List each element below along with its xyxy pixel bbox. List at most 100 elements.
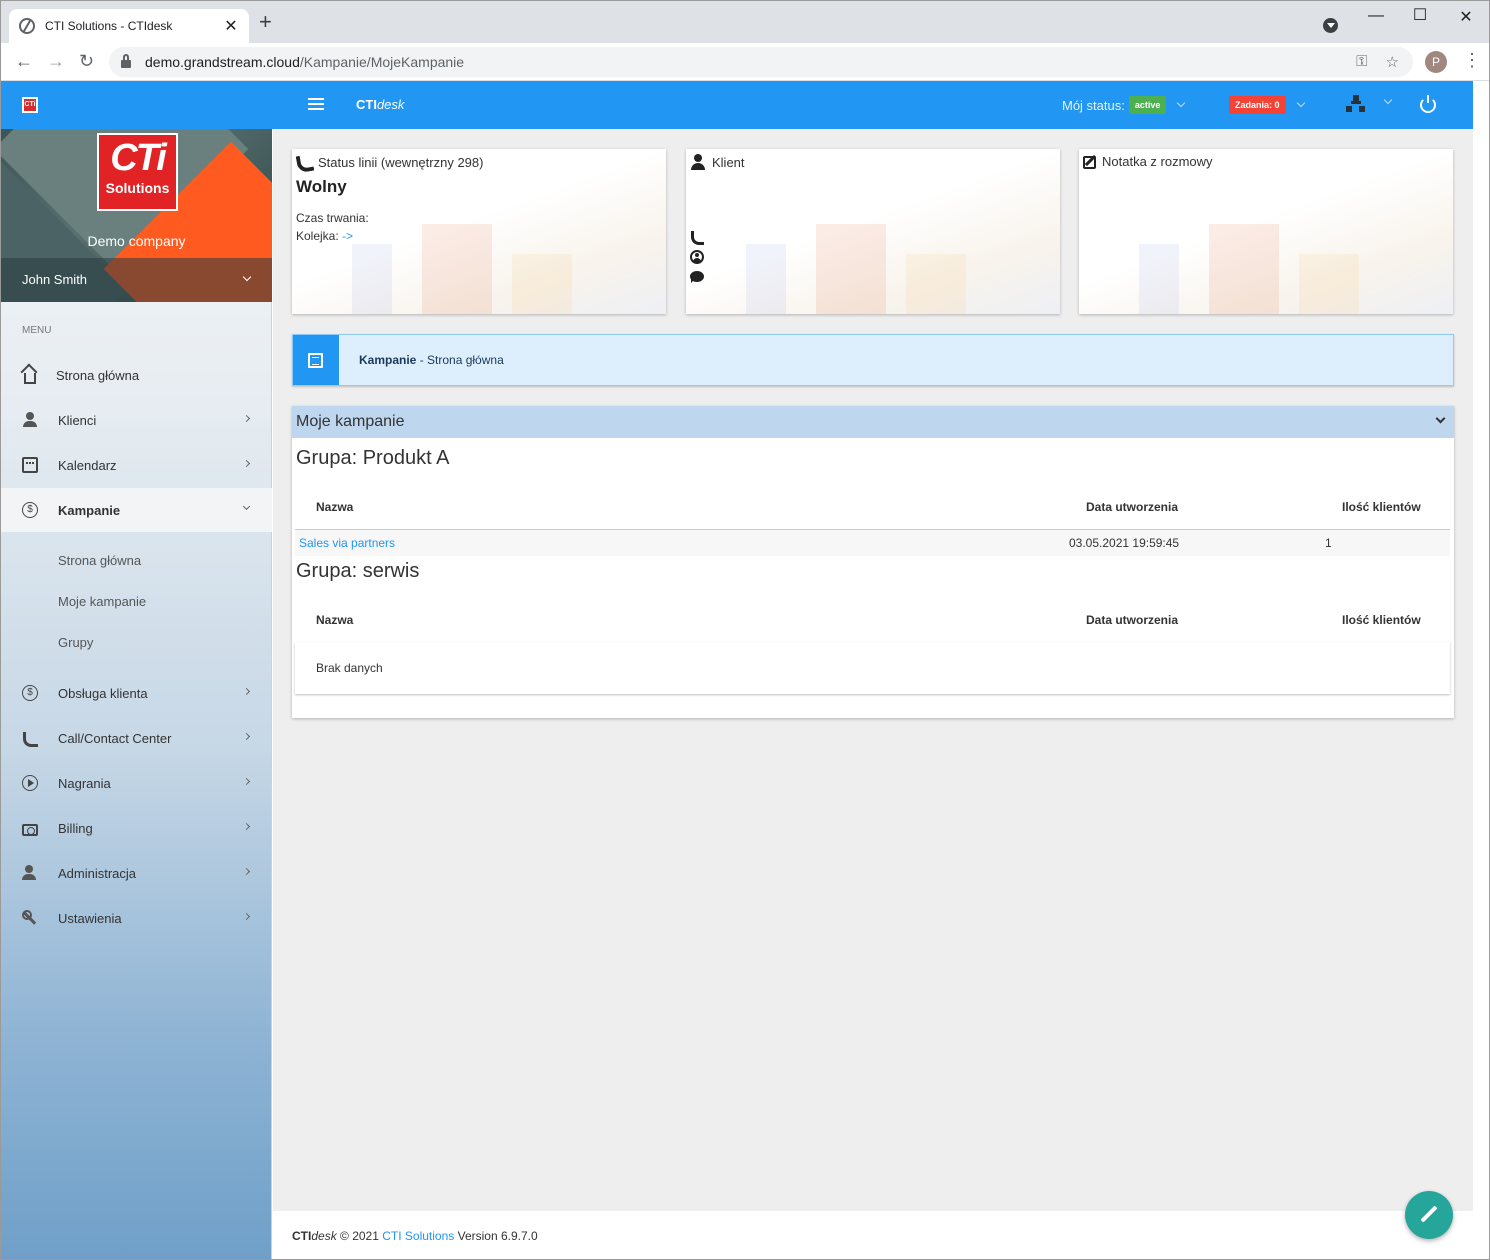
chevron-down-icon[interactable] (1383, 95, 1393, 105)
play-icon (22, 775, 38, 791)
sidebar-item-home[interactable]: Strona główna (1, 353, 272, 397)
sidebar-item-label: Klienci (58, 412, 97, 428)
chevron-down-icon (1296, 98, 1305, 108)
column-header-date[interactable]: Data utworzenia (1086, 613, 1178, 627)
key-icon[interactable]: ⚿ (1356, 53, 1367, 71)
address-bar[interactable]: demo.grandstream.cloud/Kampanie/MojeKamp… (109, 47, 1413, 77)
card-title: Status linii (wewnętrzny 298) (318, 154, 484, 170)
chevron-right-icon (242, 732, 251, 741)
sidebar-item-billing[interactable]: Billing (1, 806, 272, 850)
chevron-right-icon (242, 459, 251, 468)
back-icon[interactable]: ← (15, 51, 33, 71)
menu-label: MENU (22, 325, 52, 336)
chevron-right-icon (242, 912, 251, 921)
minimize-icon[interactable]: — (1361, 7, 1391, 25)
sidebar-item-label: Obsługa klienta (58, 685, 148, 701)
profile-avatar[interactable]: P (1425, 51, 1447, 73)
sidebar: CTi Solutions Demo company John Smith ME… (1, 129, 272, 1259)
new-tab-icon[interactable]: + (259, 11, 272, 33)
org-chart-icon[interactable] (1346, 95, 1366, 113)
sidebar-item-label: Ustawienia (58, 910, 122, 926)
column-header-date[interactable]: Data utworzenia (1086, 500, 1178, 514)
close-tab-icon[interactable]: ✕ (223, 16, 239, 36)
browser-tab[interactable]: CTI Solutions - CTIdesk ✕ (9, 9, 249, 43)
panel-header[interactable]: Moje kampanie (292, 406, 1454, 438)
sidebar-item-label: Administracja (58, 865, 137, 881)
header-brand: CTIdesk (356, 97, 405, 112)
campaign-link[interactable]: Sales via partners (299, 536, 395, 550)
reload-icon[interactable]: ↻ (79, 51, 94, 71)
column-header-count[interactable]: Ilość klientów (1342, 500, 1421, 514)
edit-icon (1083, 156, 1096, 169)
wrench-icon (22, 910, 38, 926)
phone-icon (22, 730, 38, 747)
column-header-name[interactable]: Nazwa (316, 500, 353, 514)
chevron-down-icon (1177, 98, 1186, 108)
queue-link[interactable]: -> (342, 229, 353, 243)
sidebar-item-clients[interactable]: Klienci (1, 398, 272, 442)
breadcrumb-page: Strona główna (427, 353, 504, 367)
no-data-text: Brak danych (316, 661, 383, 675)
user-menu[interactable]: John Smith (1, 258, 272, 302)
sidebar-item-customer-service[interactable]: $ Obsługa klienta (1, 671, 272, 715)
star-icon[interactable]: ☆ (1386, 53, 1399, 71)
user-name: John Smith (22, 272, 88, 287)
tab-title: CTI Solutions - CTIdesk (45, 19, 173, 33)
tab-search-icon[interactable] (1323, 18, 1338, 33)
card-title: Notatka z rozmowy (1102, 154, 1213, 169)
sidebar-item-call-center[interactable]: Call/Contact Center (1, 716, 272, 760)
edit-fab-button[interactable] (1405, 1191, 1453, 1239)
sidebar-item-campaigns[interactable]: $ Kampanie (1, 488, 272, 532)
subitem-my-campaigns[interactable]: Moje kampanie (58, 594, 146, 609)
chevron-down-icon (242, 272, 252, 282)
admin-icon (22, 865, 38, 881)
status-badge: active (1128, 96, 1167, 114)
lock-icon (121, 54, 131, 68)
power-icon[interactable] (1420, 95, 1436, 113)
table-row[interactable]: Sales via partners 03.05.2021 19:59:45 1 (295, 530, 1450, 556)
group-title: Grupa: serwis (296, 560, 420, 582)
profile-section: CTi Solutions Demo company John Smith (1, 129, 272, 302)
table-cell-count: 1 (1325, 536, 1332, 550)
sidebar-item-administration[interactable]: Administracja (1, 851, 272, 895)
company-link[interactable]: CTI Solutions (382, 1229, 454, 1243)
url-path: /Kampanie/MojeKampanie (299, 54, 465, 70)
sidebar-item-settings[interactable]: Ustawienia (1, 896, 272, 940)
card-title: Klient (712, 154, 745, 170)
maximize-icon[interactable]: ☐ (1405, 5, 1435, 25)
browser-menu-icon[interactable]: ⋮ (1463, 51, 1481, 69)
sidebar-item-label: Nagrania (58, 775, 111, 791)
subitem-groups[interactable]: Grupy (58, 635, 93, 650)
close-window-icon[interactable]: ✕ (1451, 7, 1481, 27)
chevron-down-icon[interactable] (1435, 413, 1446, 424)
chevron-down-icon (242, 502, 251, 511)
sidebar-item-label: Billing (58, 820, 93, 836)
tasks-dropdown[interactable]: Zadania: 0 (1229, 96, 1305, 114)
chevron-right-icon (242, 777, 251, 786)
sidebar-item-recordings[interactable]: Nagrania (1, 761, 272, 805)
call-note-card: Notatka z rozmowy (1079, 149, 1453, 314)
hamburger-menu-icon[interactable] (308, 98, 324, 112)
breadcrumb-section[interactable]: Kampanie (359, 353, 416, 367)
duration-label: Czas trwania: (296, 211, 369, 225)
forward-icon[interactable]: → (47, 51, 65, 71)
footer: CTIdesk © 2021 CTI Solutions Version 6.9… (273, 1211, 1473, 1259)
sidebar-item-calendar[interactable]: Kalendarz (1, 443, 272, 487)
sidebar-item-label: Call/Contact Center (58, 730, 172, 746)
sidebar-item-label: Kampanie (58, 502, 121, 518)
phone-icon (296, 154, 312, 170)
user-icon (22, 412, 38, 428)
subitem-campaigns-home[interactable]: Strona główna (58, 553, 141, 568)
tab-bar: CTI Solutions - CTIdesk ✕ + — ☐ ✕ (1, 1, 1489, 43)
dollar-coin-icon: $ (22, 502, 38, 518)
chevron-right-icon (242, 687, 251, 696)
dollar-coin-icon: $ (22, 685, 38, 701)
breadcrumb: Kampanie - Strona główna (292, 334, 1454, 386)
header-logo[interactable]: CTi (22, 97, 38, 113)
money-icon (22, 824, 38, 836)
column-header-count[interactable]: Ilość klientów (1342, 613, 1421, 627)
scrollbar[interactable] (1473, 81, 1489, 1259)
column-header-name[interactable]: Nazwa (316, 613, 353, 627)
my-status-dropdown[interactable]: Mój status: active (1062, 96, 1186, 114)
browser-toolbar: ← → ↻ demo.grandstream.cloud/Kampanie/Mo… (1, 43, 1489, 81)
